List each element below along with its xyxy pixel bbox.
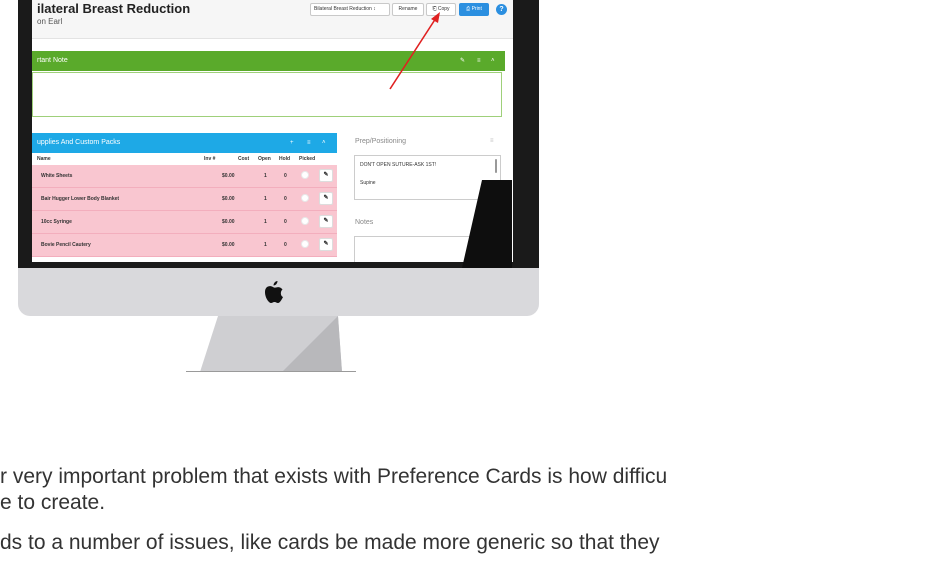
supplies-panel: upplies And Custom Packs + ≡ ˄ Name Inv … <box>32 133 337 262</box>
menu-icon[interactable]: ≡ <box>477 51 481 71</box>
col-inv[interactable]: Inv # <box>204 156 215 162</box>
surgeon-name: on Earl <box>37 17 63 26</box>
supply-name: 10cc Syringe <box>41 219 72 225</box>
prep-line: Supine <box>360 180 376 186</box>
important-note-title: rtant Note <box>37 57 68 64</box>
screen-reflection <box>462 180 512 268</box>
supplies-header: upplies And Custom Packs + ≡ ˄ <box>32 133 337 153</box>
edit-button[interactable]: ✎ <box>319 169 333 182</box>
supply-cost: $0.00 <box>222 173 235 179</box>
supply-hold: 0 <box>284 173 287 179</box>
supply-hold: 0 <box>284 219 287 225</box>
paragraph-line: e to create. <box>0 491 106 514</box>
pencil-icon[interactable]: ✎ <box>460 51 465 71</box>
supplies-column-header: Name Inv # Cost Open Hold Picked <box>32 153 337 165</box>
supply-cost: $0.00 <box>222 242 235 248</box>
supply-open: 1 <box>264 196 267 202</box>
supplies-title: upplies And Custom Packs <box>37 139 121 146</box>
app-screen: ilateral Breast Reduction on Earl Bilate… <box>32 0 513 262</box>
procedure-title: ilateral Breast Reduction <box>37 1 191 16</box>
picked-radio[interactable] <box>301 240 309 248</box>
supply-name: Bovie Pencil Cautery <box>41 242 91 248</box>
table-row[interactable]: White Sheets $0.00 1 0 ✎ <box>32 165 337 188</box>
apple-logo-icon <box>265 281 283 303</box>
picked-radio[interactable] <box>301 194 309 202</box>
edit-button[interactable]: ✎ <box>319 238 333 251</box>
col-cost[interactable]: Cost <box>238 156 249 162</box>
paragraph-line: ds to a number of issues, like cards be … <box>0 531 660 554</box>
edit-button[interactable]: ✎ <box>319 215 333 228</box>
supply-open: 1 <box>264 219 267 225</box>
supply-hold: 0 <box>284 242 287 248</box>
supply-cost: $0.00 <box>222 219 235 225</box>
print-button[interactable]: ⎙ Print <box>459 3 489 16</box>
prep-positioning-label: Prep/Positioning <box>355 138 406 145</box>
card-select[interactable]: Bilateral Breast Reduction ↕ <box>310 3 390 16</box>
col-open[interactable]: Open <box>258 156 271 162</box>
scrollbar[interactable] <box>495 159 497 173</box>
supply-open: 1 <box>264 173 267 179</box>
notes-label: Notes <box>355 219 374 226</box>
print-label: Print <box>471 6 482 12</box>
monitor-stand <box>186 316 356 372</box>
chevron-up-icon[interactable]: ˄ <box>322 133 326 153</box>
printer-icon: ⎙ <box>466 6 471 12</box>
supply-name: White Sheets <box>41 173 73 179</box>
col-hold[interactable]: Hold <box>279 156 290 162</box>
col-name[interactable]: Name <box>37 156 51 162</box>
col-picked[interactable]: Picked <box>299 156 315 162</box>
picked-radio[interactable] <box>301 217 309 225</box>
help-icon[interactable]: ? <box>496 4 507 15</box>
supply-name: Bair Hugger Lower Body Blanket <box>41 196 120 202</box>
supply-hold: 0 <box>284 196 287 202</box>
annotation-arrow <box>389 12 440 90</box>
plus-icon[interactable]: + <box>290 133 294 153</box>
paragraph-line: r very important problem that exists wit… <box>0 465 668 488</box>
table-row[interactable]: Bovie Pencil Cautery $0.00 1 0 ✎ <box>32 234 337 257</box>
prep-line: DON'T OPEN SUTURE-ASK 1ST! <box>360 162 437 168</box>
table-row[interactable]: 10cc Syringe $0.00 1 0 ✎ <box>32 211 337 234</box>
picked-radio[interactable] <box>301 171 309 179</box>
supply-cost: $0.00 <box>222 196 235 202</box>
table-row[interactable]: Bair Hugger Lower Body Blanket $0.00 1 0… <box>32 188 337 211</box>
edit-button[interactable]: ✎ <box>319 192 333 205</box>
menu-icon[interactable]: ≡ <box>490 138 494 144</box>
menu-icon[interactable]: ≡ <box>307 133 311 153</box>
chevron-up-icon[interactable]: ˄ <box>491 51 495 71</box>
supply-open: 1 <box>264 242 267 248</box>
